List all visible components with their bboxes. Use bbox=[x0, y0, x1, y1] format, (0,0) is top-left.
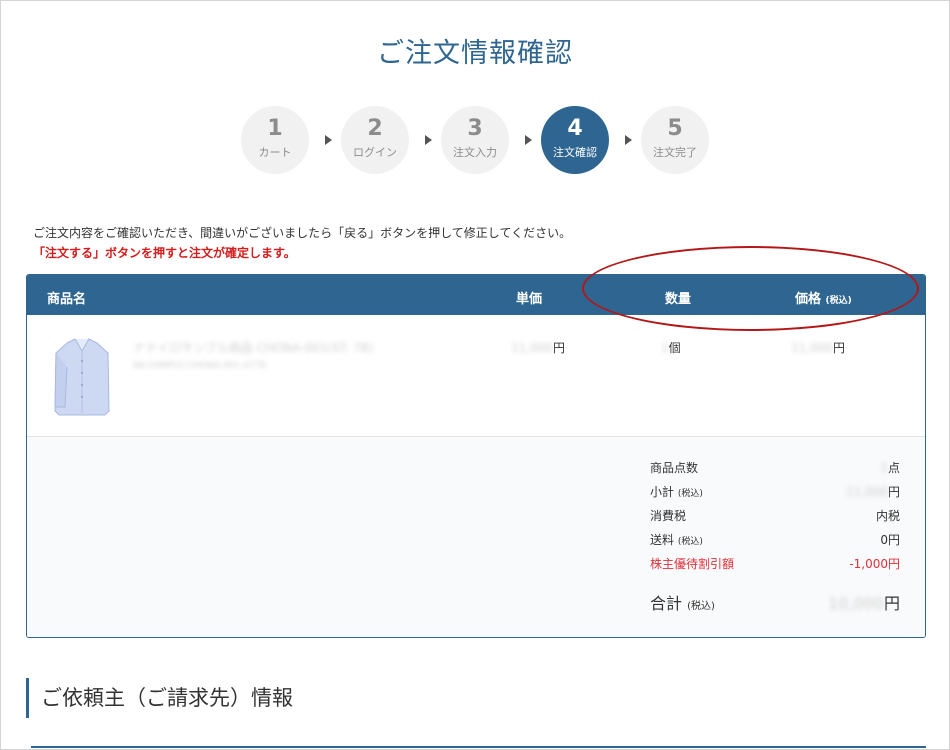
shirt-image bbox=[54, 338, 110, 416]
quantity-cell: 1個 bbox=[661, 339, 681, 356]
step-arrow-icon bbox=[525, 135, 532, 145]
step-number: 5 bbox=[667, 116, 683, 141]
confirm-warning: 「注文する」ボタンを押すと注文が確定します。 bbox=[33, 246, 296, 260]
unit-price-suffix: 円 bbox=[553, 341, 566, 355]
step-order-confirm: 4 注文確認 bbox=[541, 106, 609, 174]
product-code: NK-SAMPLE-CHONA-001-ST78 bbox=[133, 361, 267, 371]
unit-price-value: 11,000 bbox=[511, 341, 553, 355]
summary-value: 11,000円 bbox=[846, 483, 900, 500]
step-arrow-icon bbox=[625, 135, 632, 145]
price-cell: 11,000円 bbox=[791, 339, 845, 356]
step-arrow-icon bbox=[325, 135, 332, 145]
subtotal-value: 11,000 bbox=[845, 485, 888, 499]
price-value: 11,000 bbox=[791, 341, 833, 355]
step-label: 注文確認 bbox=[553, 146, 597, 159]
summary-label: 商品点数 bbox=[650, 461, 699, 475]
count-value: 1 bbox=[880, 461, 888, 475]
section-title: ご依頼主（ご請求先）情報 bbox=[41, 686, 293, 710]
summary-label: 合計 (税込) bbox=[650, 594, 715, 613]
total-suffix: 円 bbox=[883, 594, 900, 613]
product-name: ナナイロサンプル商品 CHONA-001(ST. 78) bbox=[133, 341, 374, 355]
summary-label: 消費税 bbox=[650, 509, 687, 523]
step-label: カート bbox=[258, 146, 292, 159]
count-suffix: 点 bbox=[887, 461, 900, 475]
confirm-instruction: ご注文内容をご確認いただき、間違いがございましたら「戻る」ボタンを押して修正して… bbox=[33, 226, 572, 240]
step-number: 1 bbox=[267, 116, 283, 141]
page-title: ご注文情報確認 bbox=[377, 38, 573, 69]
step-label: 注文入力 bbox=[453, 146, 497, 159]
order-summary: 商品点数 1点 小計 (税込) 11,000円 消費税 内税 送料 (税込) 0… bbox=[27, 437, 925, 637]
step-order-input: 3 注文入力 bbox=[441, 106, 509, 174]
quantity-value: 1 bbox=[661, 341, 669, 355]
summary-value: 内税 bbox=[875, 509, 900, 523]
header-unit-price: 単価 bbox=[516, 292, 543, 307]
summary-value: 10,000円 bbox=[828, 590, 900, 614]
step-label: ログイン bbox=[353, 146, 397, 159]
highlight-ellipse bbox=[582, 246, 919, 331]
header-product-name: 商品名 bbox=[47, 292, 87, 307]
step-login: 2 ログイン bbox=[341, 106, 409, 174]
page-frame: ご注文情報確認 1 カート 2 ログイン 3 注文入力 4 注文確認 5 注文完… bbox=[0, 0, 950, 750]
step-number: 2 bbox=[367, 116, 383, 141]
divider bbox=[31, 746, 926, 748]
summary-value: -1,000円 bbox=[849, 557, 900, 571]
total-value: 10,000 bbox=[828, 594, 884, 613]
step-cart: 1 カート bbox=[241, 106, 309, 174]
quantity-suffix: 個 bbox=[668, 341, 681, 355]
unit-price-cell: 11,000円 bbox=[511, 339, 565, 356]
step-order-complete: 5 注文完了 bbox=[641, 106, 709, 174]
subtotal-suffix: 円 bbox=[887, 485, 900, 499]
step-number: 3 bbox=[467, 116, 483, 141]
step-arrow-icon bbox=[425, 135, 432, 145]
step-label: 注文完了 bbox=[653, 146, 697, 159]
summary-label: 小計 (税込) bbox=[650, 485, 703, 499]
step-number: 4 bbox=[567, 116, 583, 141]
price-suffix: 円 bbox=[833, 341, 846, 355]
checkout-steps: 1 カート 2 ログイン 3 注文入力 4 注文確認 5 注文完了 bbox=[241, 106, 711, 176]
summary-value: 1点 bbox=[880, 459, 900, 476]
summary-label: 株主優待割引額 bbox=[650, 557, 735, 571]
table-row: ナナイロサンプル商品 CHONA-001(ST. 78) NK-SAMPLE-C… bbox=[27, 315, 925, 437]
summary-label: 送料 (税込) bbox=[650, 533, 703, 547]
section-heading: ご依頼主（ご請求先）情報 bbox=[26, 678, 293, 718]
summary-value: 0円 bbox=[880, 533, 900, 547]
